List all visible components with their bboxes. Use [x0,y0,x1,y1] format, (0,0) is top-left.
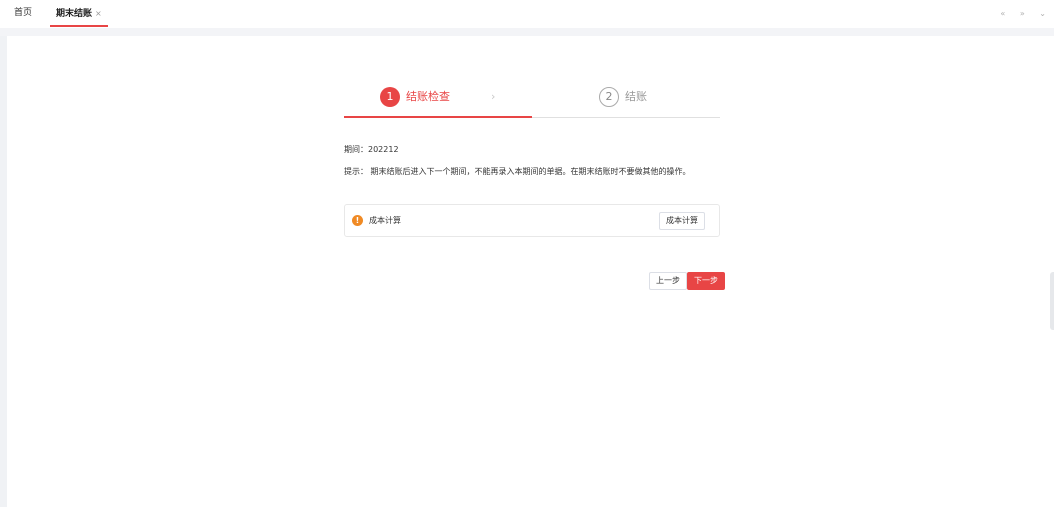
step-label: 结账检查 [406,90,450,103]
scroll-right-icon[interactable]: » [1020,9,1025,18]
next-step-button[interactable]: 下一步 [687,272,725,290]
tab-bar-shadow [0,28,1054,36]
main-content: 1 结账检查 › 2 结账 期间：202212 提示： 期末结账后进入下一个期间，不… [7,36,1054,507]
check-item-card: ! 成本计算 成本计算 [344,204,720,237]
scroll-left-icon[interactable]: « [1000,9,1005,18]
step-check[interactable]: 1 结账检查 [380,86,450,108]
hint-text: 提示： 期末结账后进入下一个期间，不能再录入本期间的单据。在期末结账时不要做其他… [344,167,691,176]
step-number: 1 [380,87,400,107]
close-icon[interactable]: × [95,9,102,18]
cost-calculation-button[interactable]: 成本计算 [659,212,705,230]
period-text: 期间：202212 [344,145,399,154]
check-item-title: 成本计算 [369,216,401,225]
tab-period-end-closing[interactable]: 期末结账 × [50,0,108,27]
side-panel-handle[interactable] [1050,272,1054,330]
chevron-right-icon: › [491,90,496,103]
tab-bar: 首页 期末结账 × « » ⌄ [0,0,1054,29]
tab-home[interactable]: 首页 [14,0,32,27]
previous-step-button[interactable]: 上一步 [649,272,687,290]
step-label: 结账 [625,90,647,103]
chevron-down-icon[interactable]: ⌄ [1039,9,1046,18]
tab-label: 期末结账 [56,9,93,19]
step-close[interactable]: 2 结账 [599,86,647,108]
steps-active-indicator [344,116,532,118]
warning-icon: ! [352,215,363,226]
tab-controls: « » ⌄ [988,0,1046,27]
step-number: 2 [599,87,619,107]
steps: 1 结账检查 › 2 结账 [344,84,720,118]
